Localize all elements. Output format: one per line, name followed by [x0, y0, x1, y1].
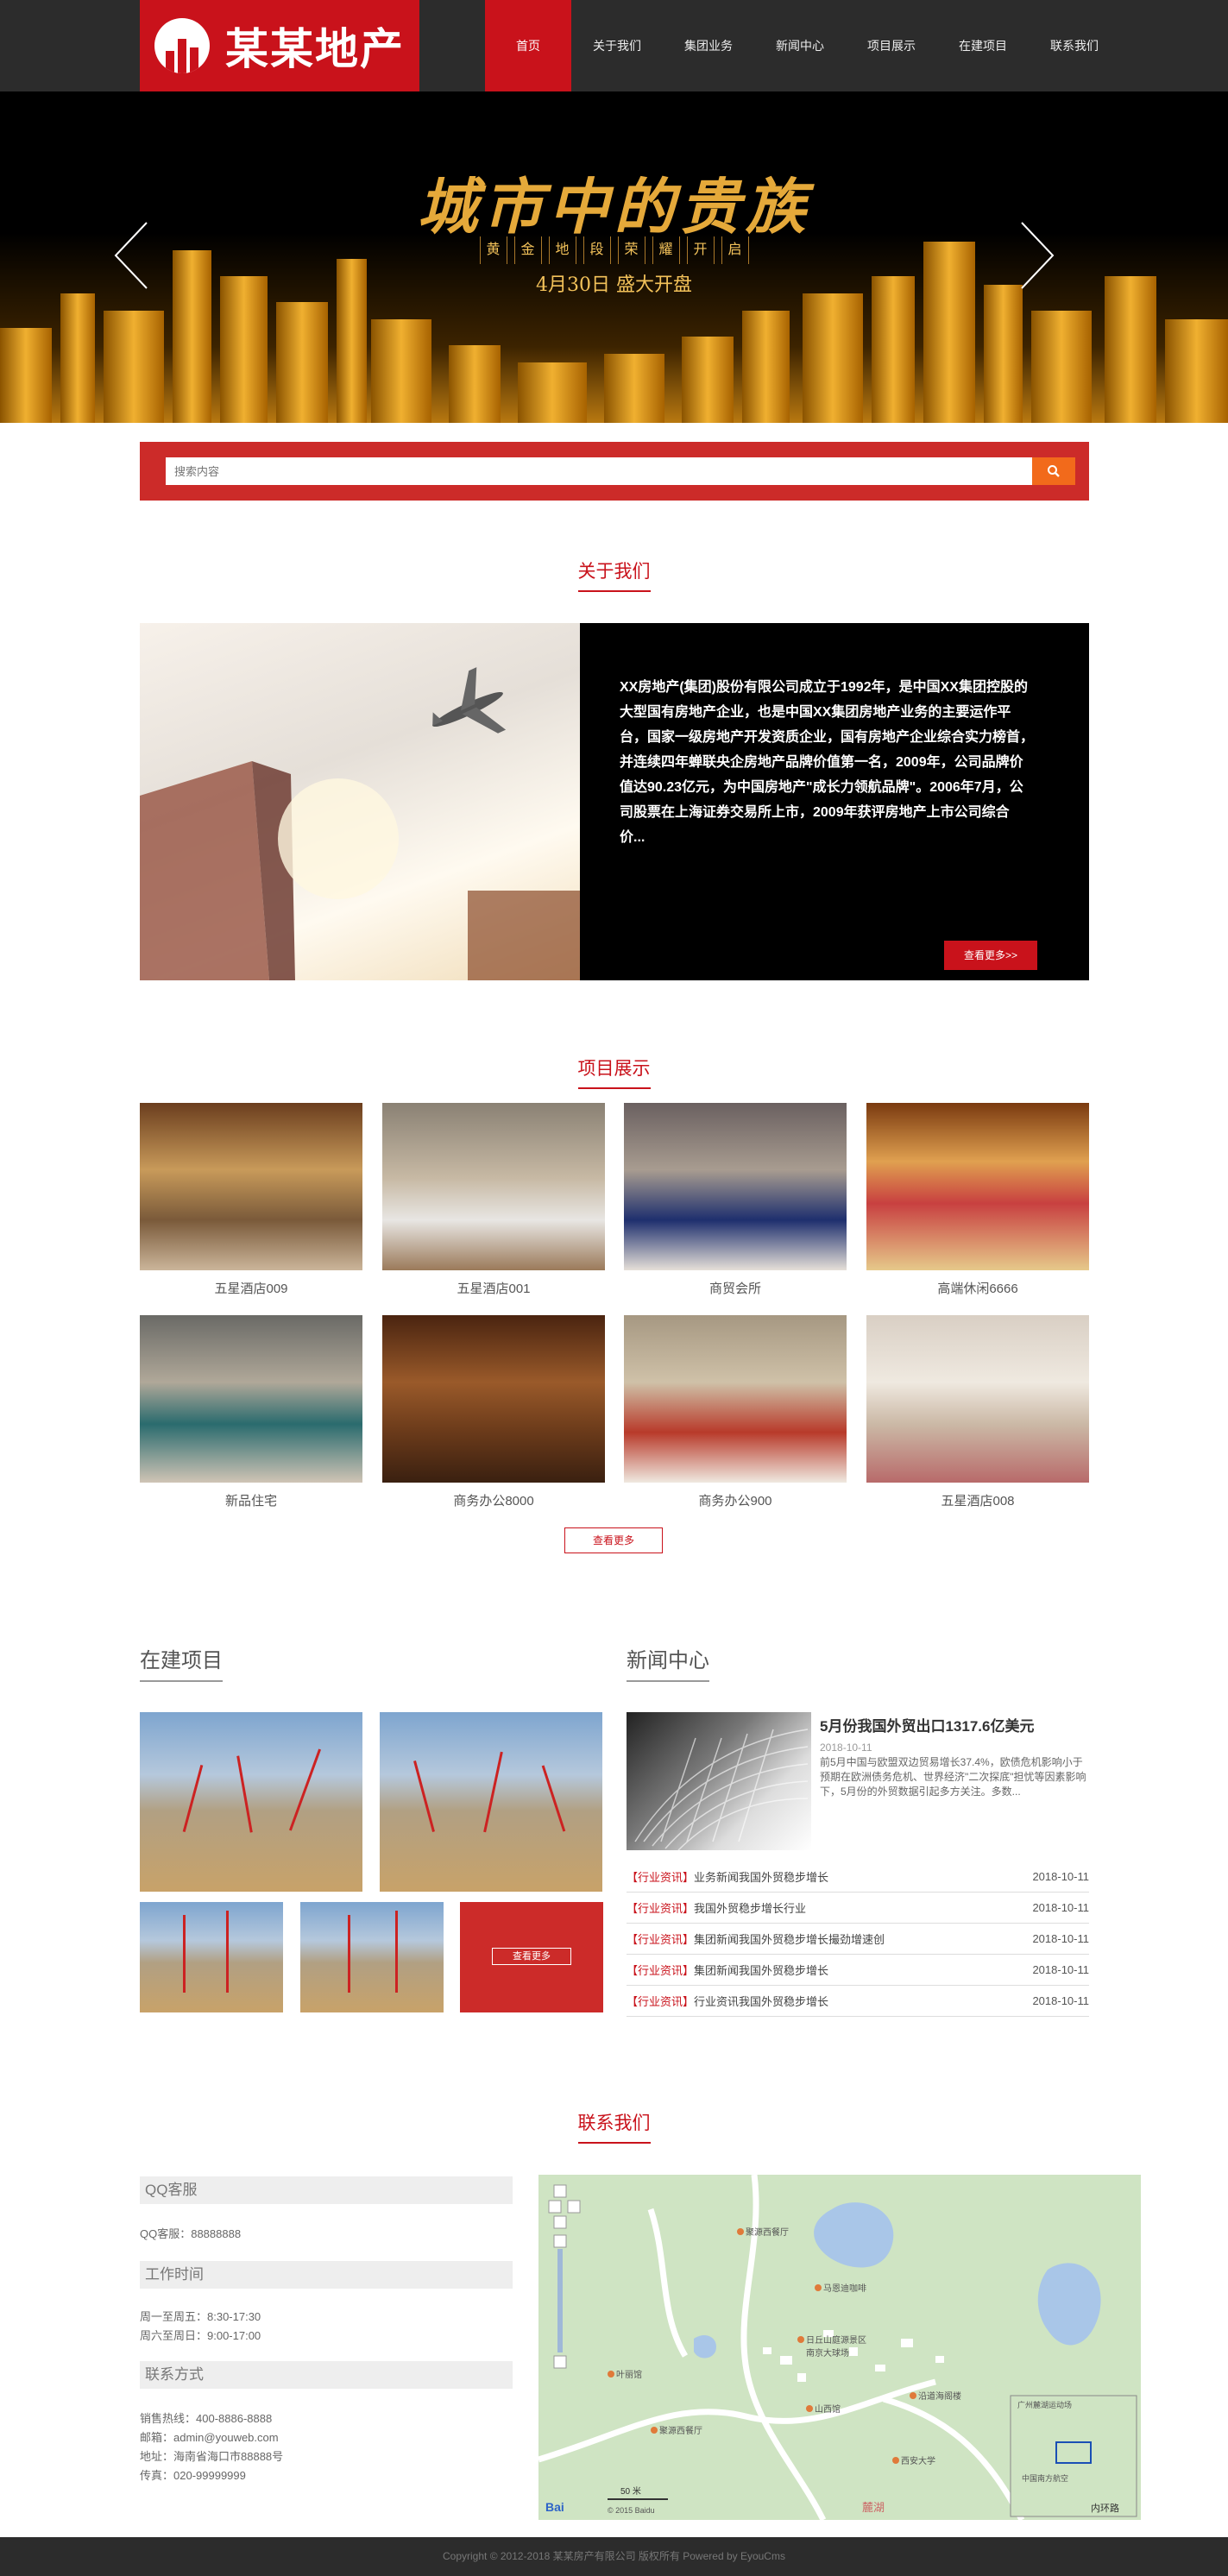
projects-section-title: 项目展示 [0, 1055, 1228, 1089]
nav-home[interactable]: 首页 [485, 0, 571, 91]
news-list-item[interactable]: 【行业资讯】业务新闻我国外贸稳步增长 2018-10-11 [627, 1861, 1089, 1893]
project-caption: 五星酒店009 [214, 1282, 288, 1296]
project-image [866, 1315, 1089, 1483]
main-nav: 首页 关于我们 集团业务 新闻中心 项目展示 在建项目 联系我们 [485, 0, 1120, 91]
news-featured-date: 2018-10-11 [820, 1741, 872, 1754]
nav-contact[interactable]: 联系我们 [1029, 0, 1120, 91]
about-more-button[interactable]: 查看更多>> [944, 941, 1037, 970]
baidu-map[interactable]: 聚源西餐厅 马恩迪咖啡 日丘山庭源景区 南京大球场 叶丽馆 聚源西餐厅 山西馆 … [538, 2175, 1141, 2520]
construction-image[interactable] [140, 1712, 362, 1892]
map-label: 内环路 [1091, 2502, 1119, 2514]
map-scale: 50 米 [620, 2485, 641, 2497]
search-icon [1048, 465, 1060, 477]
hours-weekend: 周六至周日：9:00-17:00 [140, 2329, 261, 2342]
map-label: 马恩迪咖啡 [823, 2283, 866, 2294]
map-label: 广州麓湖运动场 [1017, 2400, 1072, 2409]
construction-title: 在建项目 [140, 1643, 223, 1682]
project-card[interactable]: 五星酒店008 [866, 1315, 1089, 1509]
nav-projects[interactable]: 项目展示 [846, 0, 937, 91]
about-image [140, 623, 580, 980]
banner-next-arrow-icon[interactable] [1018, 221, 1056, 290]
projects-more-button[interactable]: 查看更多 [564, 1527, 663, 1553]
news-featured-headline[interactable]: 5月份我国外贸出口1317.6亿美元 [820, 1714, 1087, 1735]
map-label: 叶丽馆 [616, 2369, 642, 2380]
construction-more-box: 查看更多 [460, 1902, 603, 2012]
project-image [140, 1315, 362, 1483]
news-list-item[interactable]: 【行业资讯】集团新闻我国外贸稳步增长 2018-10-11 [627, 1955, 1089, 1986]
map-label: 西安大学 [901, 2455, 935, 2466]
news-list-item[interactable]: 【行业资讯】我国外贸稳步增长行业 2018-10-11 [627, 1893, 1089, 1924]
news-title: 新闻中心 [627, 1643, 709, 1682]
qq-heading: QQ客服 [140, 2176, 513, 2204]
email: 邮箱：admin@youweb.com [140, 2431, 279, 2444]
news-list-item[interactable]: 【行业资讯】集团新闻我国外贸稳步增长撮劲增速创 2018-10-11 [627, 1924, 1089, 1955]
project-caption: 商贸会所 [708, 1282, 761, 1296]
news-featured-summary: 前5月中国与欧盟双边贸易增长37.4%，欧债危机影响小于预期在欧洲债务危机、世界… [820, 1756, 1086, 1798]
address: 地址：海南省海口市88888号 [140, 2450, 284, 2463]
map-label: 聚源西餐厅 [659, 2425, 702, 2436]
logo-mark-icon [154, 18, 210, 73]
news-list-item[interactable]: 【行业资讯】行业资讯我国外贸稳步增长 2018-10-11 [627, 1986, 1089, 2017]
phone: 销售热线：400-8886-8888 [140, 2412, 273, 2425]
logo-text: 某某地产 [225, 25, 405, 73]
project-image [624, 1315, 847, 1483]
map-label: 山西馆 [815, 2403, 841, 2415]
construction-image[interactable] [380, 1712, 602, 1892]
nav-business[interactable]: 集团业务 [663, 0, 754, 91]
construction-more-button[interactable]: 查看更多 [492, 1948, 571, 1965]
hero-banner: 城市中的贵族 黄金地段荣耀开启 4月30日 盛大开盘 [0, 91, 1228, 423]
project-card[interactable]: 五星酒店009 [140, 1103, 362, 1297]
contact-heading: 联系方式 [140, 2361, 513, 2389]
nav-news[interactable]: 新闻中心 [754, 0, 846, 91]
map-label: 日丘山庭源景区 [806, 2334, 866, 2346]
project-caption: 商务办公900 [698, 1494, 772, 1508]
project-card[interactable]: 商贸会所 [624, 1103, 847, 1297]
search-input[interactable] [166, 457, 1036, 485]
project-card[interactable]: 高端休闲6666 [866, 1103, 1089, 1297]
fax: 传真：020-99999999 [140, 2469, 246, 2482]
news-featured-image[interactable] [627, 1712, 811, 1850]
baidu-logo-icon: Bai [545, 2500, 564, 2514]
logo[interactable]: 某某地产 [140, 0, 419, 91]
search-button[interactable] [1032, 457, 1075, 485]
nav-about[interactable]: 关于我们 [571, 0, 663, 91]
project-image [382, 1315, 605, 1483]
project-image [866, 1103, 1089, 1270]
construction-image[interactable] [300, 1902, 444, 2012]
map-label: 聚源西餐厅 [746, 2226, 789, 2238]
map-overview[interactable] [1010, 2395, 1137, 2517]
map-label: 中国南方航空 [1022, 2473, 1068, 2483]
project-image [624, 1103, 847, 1270]
project-caption: 五星酒店008 [941, 1494, 1015, 1508]
map-copyright: © 2015 Baidu [608, 2506, 655, 2515]
project-caption: 五星酒店001 [457, 1282, 531, 1296]
contact-section-title: 联系我们 [0, 2109, 1228, 2144]
project-card[interactable]: 新品住宅 [140, 1315, 362, 1509]
about-section-title: 关于我们 [0, 557, 1228, 592]
project-caption: 新品住宅 [224, 1494, 277, 1508]
map-label: 南京大球场 [806, 2347, 849, 2359]
project-image [382, 1103, 605, 1270]
project-caption: 商务办公8000 [453, 1494, 534, 1508]
project-image [140, 1103, 362, 1270]
project-card[interactable]: 商务办公900 [624, 1315, 847, 1509]
project-card[interactable]: 五星酒店001 [382, 1103, 605, 1297]
nav-construction[interactable]: 在建项目 [937, 0, 1029, 91]
hours-heading: 工作时间 [140, 2261, 513, 2289]
qq-number: QQ客服：88888888 [140, 2227, 242, 2240]
project-card[interactable]: 商务办公8000 [382, 1315, 605, 1509]
about-text-panel: XX房地产(集团)股份有限公司成立于1992年，是中国XX集团控股的大型国有房地… [580, 623, 1089, 980]
banner-prev-arrow-icon[interactable] [112, 221, 150, 290]
project-caption: 高端休闲6666 [937, 1282, 1018, 1296]
footer: Copyright © 2012-2018 某某房产有限公司 版权所有 Powe… [0, 2537, 1228, 2576]
about-description: XX房地产(集团)股份有限公司成立于1992年，是中国XX集团控股的大型国有房地… [620, 680, 1035, 845]
hours-weekday: 周一至周五：8:30-17:30 [140, 2310, 261, 2323]
search-bar [140, 442, 1089, 501]
map-label: 麓湖 [862, 2501, 885, 2514]
construction-image[interactable] [140, 1902, 283, 2012]
map-label: 沿道海阁楼 [918, 2390, 961, 2402]
